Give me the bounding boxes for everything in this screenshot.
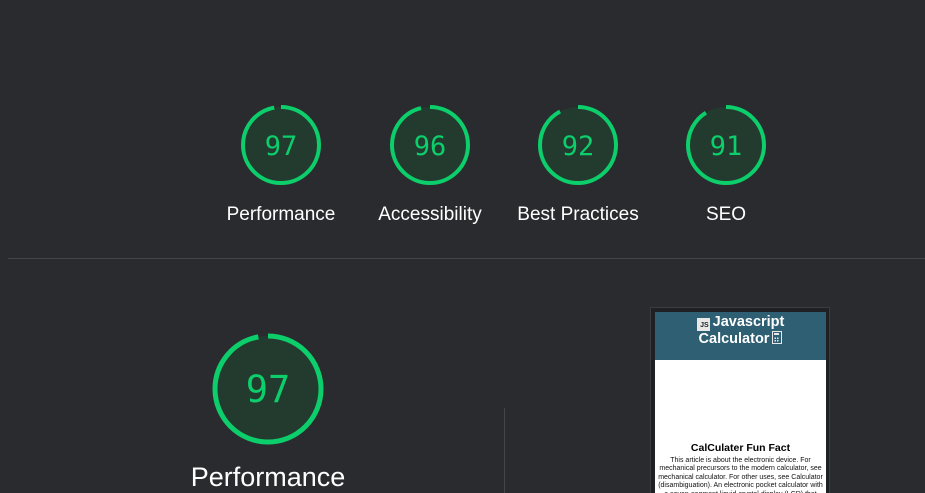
detail-label: Performance [190, 462, 346, 492]
score-gauge-performance[interactable]: 97 Performance [211, 104, 351, 226]
gauge-ring: 97 [212, 333, 324, 445]
score-label: Accessibility [378, 204, 482, 225]
screenshot-fun-fact-title: CalCulater Fun Fact [690, 442, 791, 454]
lighthouse-report: 97 Performance 96 Accessibility 92 Best … [0, 0, 925, 493]
score-value: 97 [265, 131, 298, 162]
score-gauge-best-practices[interactable]: 92 Best Practices [508, 104, 648, 226]
score-value: 91 [710, 131, 743, 162]
final-screenshot[interactable]: JS Javascript Calculator CalCulater Fun F… [650, 307, 830, 493]
score-label: Best Practices [517, 204, 639, 225]
gauge-ring: 96 [390, 105, 470, 185]
category-scores: 97 Performance 96 Accessibility 92 Best … [0, 104, 925, 234]
calculator-icon [772, 331, 783, 344]
score-label: SEO [705, 204, 747, 225]
screenshot-header: JS Javascript Calculator [655, 312, 826, 360]
gauge-ring: 92 [538, 105, 618, 185]
performance-detail-gauge: 97 Performance [168, 332, 368, 493]
section-divider [8, 258, 925, 259]
score-value: 97 [246, 368, 291, 411]
score-gauge-seo[interactable]: 91 SEO [656, 104, 796, 226]
header-title-line2: Calculator [698, 331, 770, 347]
gauge-ring: 91 [686, 105, 766, 185]
screenshot-page: JS Javascript Calculator CalCulater Fun F… [655, 312, 826, 493]
score-label: Performance [226, 204, 336, 225]
vertical-divider [504, 408, 505, 493]
js-icon: JS [696, 318, 710, 331]
screenshot-fun-fact-body: This article is about the electronic dev… [658, 457, 823, 493]
score-gauge-accessibility[interactable]: 96 Accessibility [360, 104, 500, 226]
score-value: 96 [414, 131, 447, 162]
header-title-line1: Javascript [712, 314, 785, 330]
score-value: 92 [562, 131, 595, 162]
gauge-ring: 97 [241, 105, 321, 185]
